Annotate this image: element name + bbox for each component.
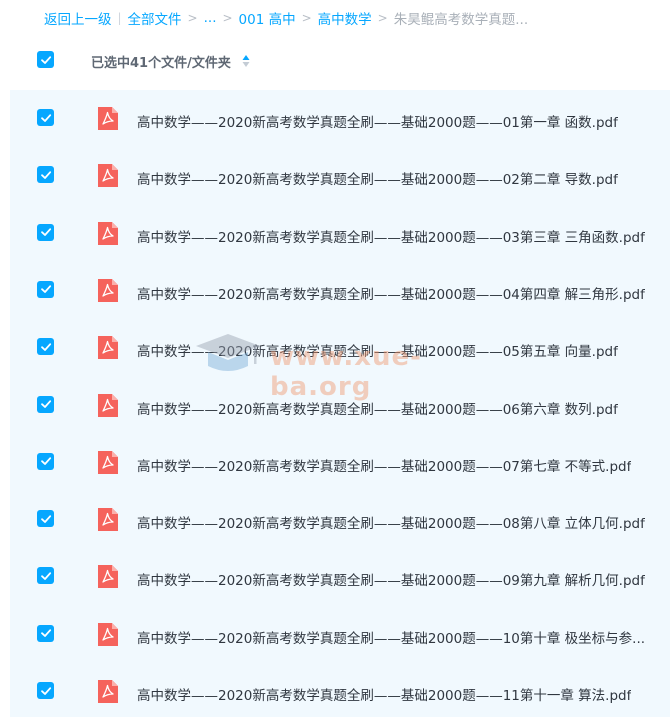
file-checkbox[interactable]	[37, 280, 54, 298]
selected-count-label: 已选中41个文件/文件夹	[91, 56, 231, 71]
check-icon	[40, 113, 51, 122]
file-name[interactable]: 高中数学——2020新高考数学真题全刷——基础2000题——05第五章 向量.p…	[137, 340, 618, 360]
check-icon	[40, 572, 51, 580]
breadcrumb-ellipsis[interactable]: ...	[204, 10, 217, 26]
pdf-file-icon	[98, 393, 118, 417]
file-name[interactable]: 高中数学——2020新高考数学真题全刷——基础2000题——09第九章 解析几何…	[137, 569, 645, 589]
file-checkbox[interactable]	[37, 510, 54, 528]
file-row[interactable]: 高中数学——2020新高考数学真题全刷——基础2000题——11第十一章 算法.…	[10, 663, 670, 720]
select-all-checkbox[interactable]	[37, 51, 54, 68]
file-checkbox[interactable]	[37, 338, 54, 356]
check-icon	[40, 457, 51, 466]
file-list: 高中数学——2020新高考数学真题全刷——基础2000题——01第一章 函数.p…	[10, 90, 670, 717]
breadcrumb-all-files[interactable]: 全部文件	[128, 8, 182, 28]
chevron-right-icon: >	[301, 11, 312, 25]
file-name[interactable]: 高中数学——2020新高考数学真题全刷——基础2000题——07第七章 不等式.…	[137, 455, 631, 475]
breadcrumb-folder-math[interactable]: 高中数学	[318, 8, 372, 28]
pdf-file-icon	[98, 680, 118, 703]
pdf-file-icon	[98, 221, 118, 245]
file-checkbox[interactable]	[37, 567, 54, 585]
file-checkbox[interactable]	[37, 452, 54, 470]
file-checkbox[interactable]	[37, 624, 54, 642]
file-name[interactable]: 高中数学——2020新高考数学真题全刷——基础2000题——11第十一章 算法.…	[137, 684, 631, 704]
pdf-file-icon	[98, 278, 118, 302]
file-checkbox[interactable]	[37, 109, 54, 126]
pdf-file-icon	[98, 164, 118, 188]
file-row[interactable]: 高中数学——2020新高考数学真题全刷——基础2000题——04第四章 解三角形…	[10, 262, 670, 319]
file-name[interactable]: 高中数学——2020新高考数学真题全刷——基础2000题——06第六章 数列.p…	[137, 398, 618, 418]
check-icon	[40, 342, 51, 351]
file-row[interactable]: 高中数学——2020新高考数学真题全刷——基础2000题——10第十章 极坐标与…	[10, 606, 670, 663]
file-row[interactable]: 高中数学——2020新高考数学真题全刷——基础2000题——07第七章 不等式.…	[10, 434, 670, 491]
file-row[interactable]: 高中数学——2020新高考数学真题全刷——基础2000题——08第八章 立体几何…	[10, 491, 670, 548]
file-name[interactable]: 高中数学——2020新高考数学真题全刷——基础2000题——08第八章 立体几何…	[137, 512, 645, 532]
file-row[interactable]: 高中数学——2020新高考数学真题全刷——基础2000题——09第九章 解析几何…	[10, 548, 670, 605]
file-row[interactable]: 高中数学——2020新高考数学真题全刷——基础2000题——03第三章 三角函数…	[10, 205, 670, 262]
breadcrumb-divider: |	[117, 11, 122, 25]
check-icon	[40, 55, 51, 64]
check-icon	[40, 171, 51, 179]
file-checkbox[interactable]	[37, 682, 54, 699]
check-icon	[40, 629, 51, 638]
file-row[interactable]: 高中数学——2020新高考数学真题全刷——基础2000题——06第六章 数列.p…	[10, 377, 670, 434]
file-name[interactable]: 高中数学——2020新高考数学真题全刷——基础2000题——03第三章 三角函数…	[137, 226, 645, 246]
chevron-right-icon: >	[187, 11, 198, 25]
pdf-file-icon	[98, 565, 118, 589]
breadcrumb: 返回上一级 | 全部文件 > ... > 001 高中 > 高中数学 > 朱昊鲲…	[44, 8, 528, 28]
pdf-file-icon	[98, 622, 118, 646]
check-icon	[40, 400, 51, 408]
breadcrumb-current: 朱昊鲲高考数学真题...	[393, 12, 529, 28]
list-header: 已选中41个文件/文件夹	[0, 40, 670, 82]
file-checkbox[interactable]	[37, 166, 54, 184]
file-name[interactable]: 高中数学——2020新高考数学真题全刷——基础2000题——10第十章 极坐标与…	[137, 627, 645, 647]
file-row[interactable]: 高中数学——2020新高考数学真题全刷——基础2000题——01第一章 函数.p…	[10, 90, 670, 147]
file-name[interactable]: 高中数学——2020新高考数学真题全刷——基础2000题——04第四章 解三角形…	[137, 283, 645, 303]
file-name[interactable]: 高中数学——2020新高考数学真题全刷——基础2000题——01第一章 函数.p…	[137, 111, 618, 131]
pdf-file-icon	[98, 336, 118, 360]
file-row[interactable]: 高中数学——2020新高考数学真题全刷——基础2000题——05第五章 向量.p…	[10, 319, 670, 376]
file-checkbox[interactable]	[37, 395, 54, 413]
pdf-file-icon	[98, 508, 118, 532]
file-row[interactable]: 高中数学——2020新高考数学真题全刷——基础2000题——02第二章 导数.p…	[10, 147, 670, 204]
check-icon	[40, 285, 51, 294]
check-icon	[40, 228, 51, 236]
chevron-right-icon: >	[222, 11, 233, 25]
back-link[interactable]: 返回上一级	[44, 8, 112, 28]
check-icon	[40, 514, 51, 523]
pdf-file-icon	[98, 107, 118, 130]
chevron-right-icon: >	[377, 11, 388, 25]
sort-icon[interactable]	[242, 54, 250, 68]
file-name[interactable]: 高中数学——2020新高考数学真题全刷——基础2000题——02第二章 导数.p…	[137, 168, 618, 188]
breadcrumb-folder-high-school[interactable]: 001 高中	[239, 8, 296, 28]
pdf-file-icon	[98, 450, 118, 474]
file-checkbox[interactable]	[37, 223, 54, 241]
check-icon	[40, 686, 51, 695]
